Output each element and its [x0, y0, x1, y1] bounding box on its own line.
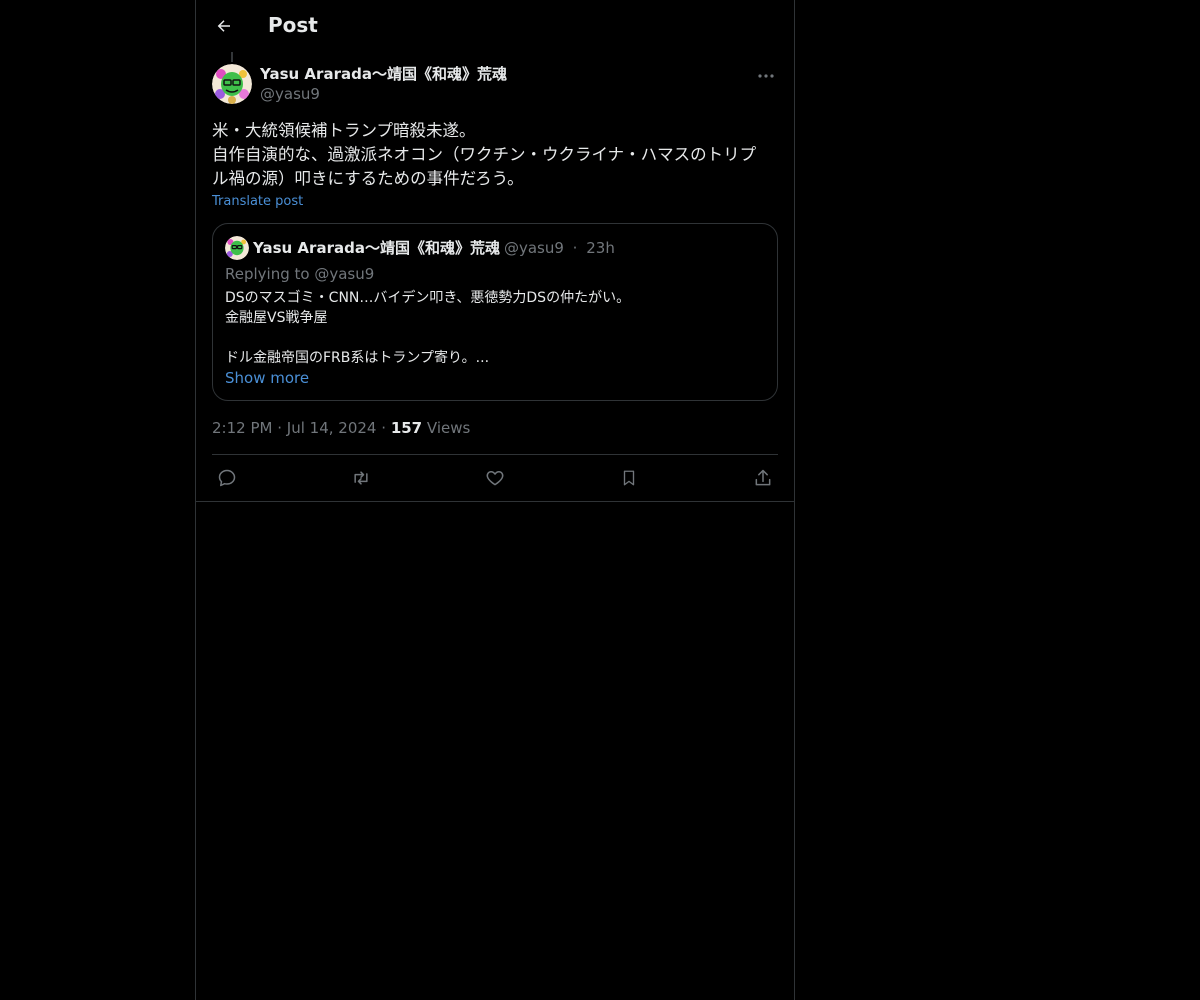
quote-time: 23h — [586, 239, 615, 257]
more-button[interactable] — [754, 66, 778, 86]
bookmark-icon — [620, 468, 638, 488]
meta-separator: · — [277, 419, 283, 437]
quote-header: Yasu Ararada〜靖国《和魂》荒魂 @yasu9 · 23h — [253, 238, 615, 258]
reply-icon — [217, 468, 237, 488]
post-time[interactable]: 2:12 PM — [212, 419, 272, 437]
quote-author-handle: @yasu9 — [503, 239, 564, 257]
avatar[interactable] — [212, 64, 252, 104]
post-text: 米・大統領候補トランプ暗殺未遂。 自作自演的な、過激派ネオコン（ワクチン・ウクラ… — [212, 119, 778, 191]
show-more-link[interactable]: Show more — [225, 368, 309, 388]
bookmark-button[interactable] — [617, 466, 641, 490]
share-button[interactable] — [751, 466, 775, 490]
post-text-line: 自作自演的な、過激派ネオコン（ワクチン・ウクライナ・ハマスのトリプ — [212, 145, 757, 164]
translate-post-link[interactable]: Translate post — [212, 194, 303, 209]
quote-body: DSのマスゴミ・CNN…バイデン叩き、悪徳勢力DSの仲たがい。 金融屋VS戦争屋… — [225, 288, 630, 368]
post-bottom-border — [196, 501, 794, 502]
post-author[interactable]: Yasu Ararada〜靖国《和魂》荒魂 @yasu9 — [260, 64, 507, 104]
author-name[interactable]: Yasu Ararada〜靖国《和魂》荒魂 — [260, 64, 507, 84]
thread-connector — [231, 52, 233, 62]
quoted-post[interactable]: Yasu Ararada〜靖国《和魂》荒魂 @yasu9 · 23h Replyi… — [212, 223, 778, 401]
like-button[interactable] — [483, 466, 507, 490]
arrow-left-icon — [215, 17, 233, 35]
reply-button[interactable] — [215, 466, 239, 490]
quote-body-line: DSのマスゴミ・CNN…バイデン叩き、悪徳勢力DSの仲たがい。 — [225, 290, 631, 306]
author-handle[interactable]: @yasu9 — [260, 84, 507, 104]
quote-body-line: ドル金融帝国のFRB系はトランプ寄り。... — [225, 350, 490, 366]
back-button[interactable] — [207, 9, 241, 43]
post-text-line: 米・大統領候補トランプ暗殺未遂。 — [212, 121, 476, 140]
views-count: 157 — [390, 419, 423, 437]
divider — [212, 454, 778, 455]
header: Post — [196, 0, 794, 54]
quote-author-name: Yasu Ararada〜靖国《和魂》荒魂 — [253, 239, 500, 257]
quote-body-line — [225, 328, 630, 348]
main-column: Post Yasu Ararada〜靖国《和魂》荒魂 @yasu9 米・大統領候… — [195, 0, 795, 1000]
action-bar — [212, 466, 778, 490]
meta-separator: · — [381, 419, 387, 437]
quote-avatar — [225, 236, 249, 260]
post-metadata: 2:12 PM · Jul 14, 2024 · 157 Views — [212, 418, 470, 438]
repost-button[interactable] — [349, 466, 373, 490]
page-title: Post — [268, 13, 318, 37]
post-text-line: ル禍の源）叩きにするための事件だろう。 — [212, 169, 524, 188]
quote-separator: · — [572, 239, 578, 257]
heart-icon — [485, 468, 505, 488]
quote-body-line: 金融屋VS戦争屋 — [225, 310, 328, 326]
views-label: Views — [426, 419, 471, 437]
repost-icon — [350, 468, 372, 488]
more-horizontal-icon — [758, 74, 774, 78]
quote-replying-to: Replying to @yasu9 — [225, 264, 374, 284]
replying-prefix: Replying to — [225, 265, 310, 283]
replying-handle: @yasu9 — [314, 265, 375, 283]
post-date[interactable]: Jul 14, 2024 — [287, 419, 377, 437]
share-icon — [753, 468, 773, 488]
